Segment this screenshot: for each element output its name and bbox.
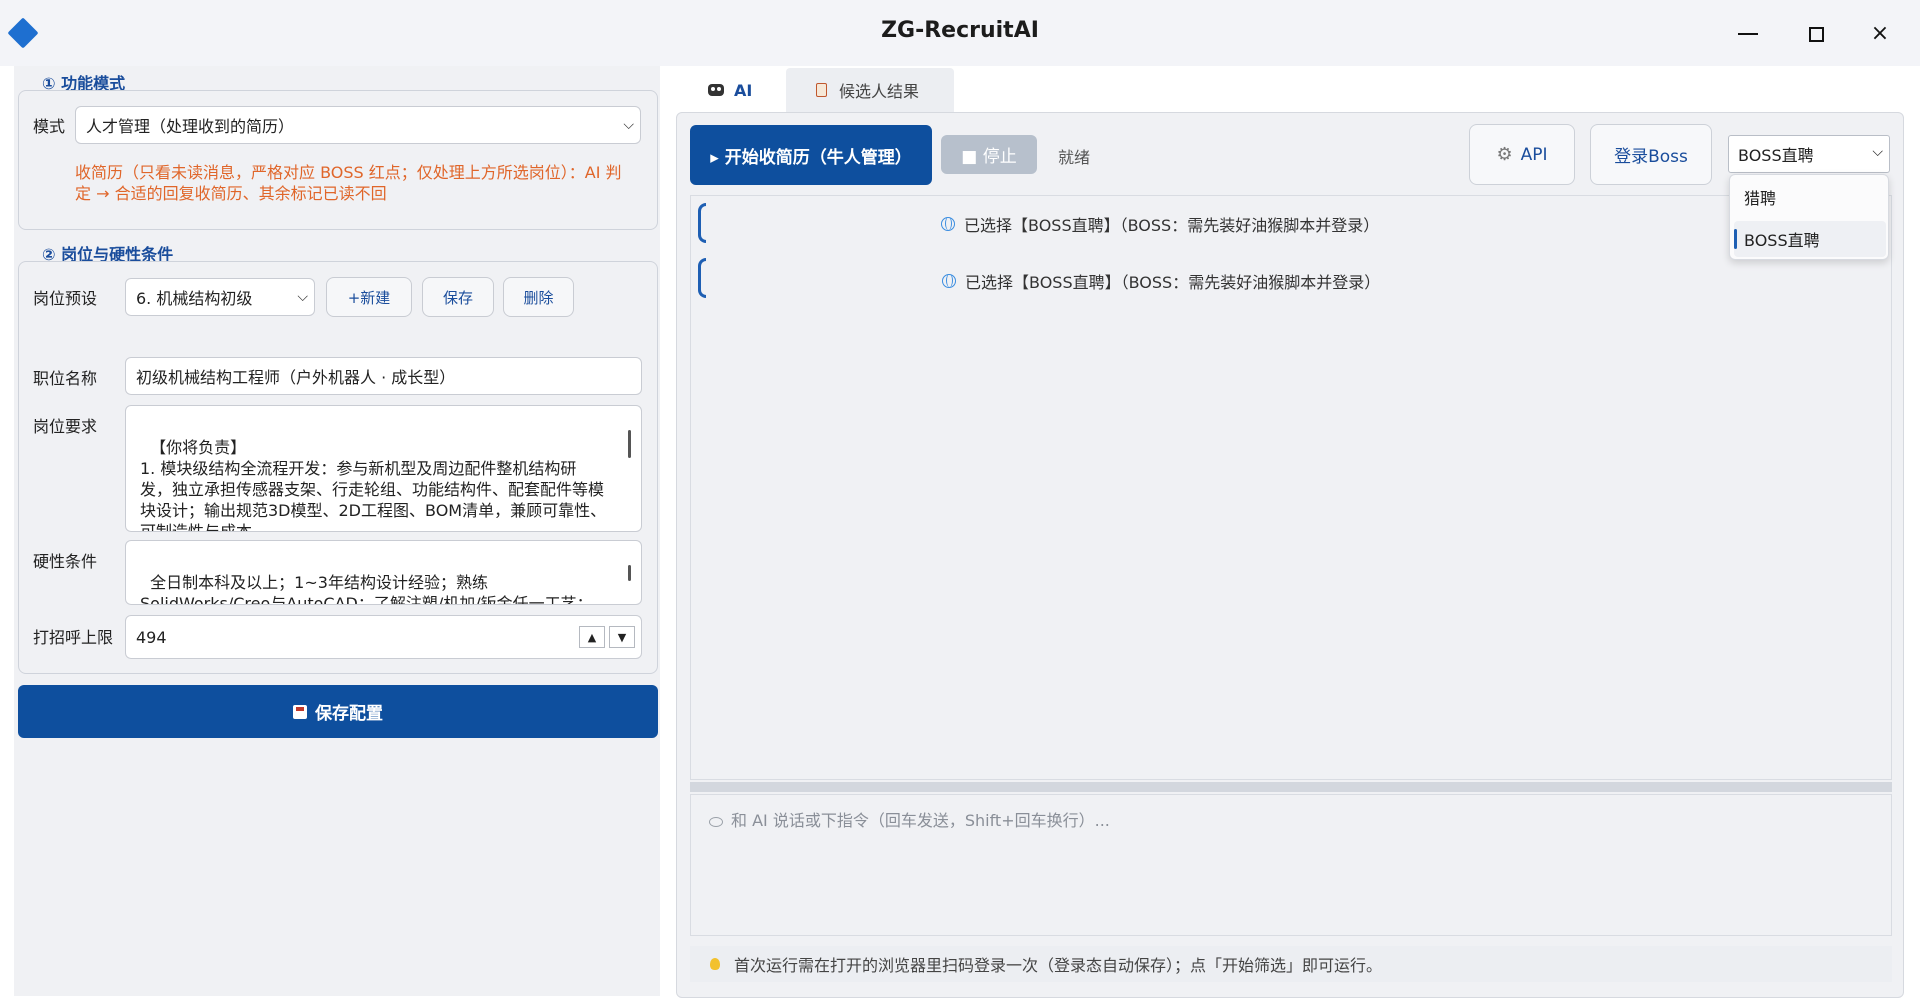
login-boss-button[interactable]: 登录Boss bbox=[1590, 124, 1712, 185]
tab-results-label: 候选人结果 bbox=[839, 82, 920, 101]
log-entry-marker bbox=[698, 258, 706, 298]
chevron-down-icon: ⌵ bbox=[1872, 144, 1883, 160]
log-entry-marker bbox=[698, 203, 706, 243]
decrement-arrow-icon[interactable]: ▼ bbox=[609, 626, 635, 648]
selected-indicator bbox=[1734, 229, 1737, 249]
globe-icon bbox=[941, 217, 955, 231]
status-text: 就绪 bbox=[1058, 148, 1091, 167]
dropdown-option-boss[interactable]: BOSS直聘 bbox=[1734, 221, 1886, 257]
globe-icon bbox=[942, 274, 956, 288]
close-icon: × bbox=[1870, 21, 1890, 46]
tab-ai[interactable]: AI bbox=[676, 68, 782, 112]
save-icon bbox=[293, 704, 307, 719]
log-entry-text: 已选择【BOSS直聘】（BOSS：需先装好油猴脚本并登录） bbox=[964, 216, 1380, 235]
maximize-icon bbox=[1808, 26, 1824, 42]
requirements-scrollbar[interactable] bbox=[628, 430, 631, 458]
increment-arrow-icon[interactable]: ▲ bbox=[579, 626, 605, 648]
robot-icon bbox=[708, 84, 724, 96]
dropdown-option-label: BOSS直聘 bbox=[1744, 231, 1820, 250]
log-entry: 已选择【BOSS直聘】（BOSS：需先装好油猴脚本并登录） bbox=[942, 269, 1380, 293]
chat-placeholder: 和 AI 说话或下指令（回车发送，Shift+回车换行）... bbox=[731, 811, 1110, 830]
mode-select[interactable]: 人才管理（处理收到的简历） ⌵ bbox=[75, 106, 641, 144]
greet-limit-spinbox[interactable]: 494 ▲ ▼ bbox=[125, 615, 642, 659]
preset-label: 岗位预设 bbox=[33, 289, 98, 308]
platform-dropdown-list: 猎聘 BOSS直聘 bbox=[1729, 174, 1889, 260]
new-preset-button[interactable]: +新建 bbox=[326, 277, 412, 317]
dropdown-option-liepin[interactable]: 猎聘 bbox=[1734, 179, 1886, 215]
job-title-input[interactable]: 初级机械结构工程师（户外机器人 · 成长型） bbox=[125, 357, 642, 395]
job-title-value: 初级机械结构工程师（户外机器人 · 成长型） bbox=[136, 368, 456, 387]
requirements-text: 【你将负责】 1. 模块级结构全流程开发：参与新机型及周边配件整机结构研发，独立… bbox=[140, 438, 607, 532]
greet-limit-value: 494 bbox=[136, 627, 167, 647]
hard-conditions-text: 全日制本科及以上；1~3年结构设计经验；熟练SolidWorks/Creo与Au… bbox=[140, 573, 593, 605]
chat-input[interactable]: 和 AI 说话或下指令（回车发送，Shift+回车换行）... bbox=[690, 794, 1892, 936]
footer-hint: 首次运行需在打开的浏览器里扫码登录一次（登录态自动保存）；点「开始筛选」即可运行… bbox=[690, 946, 1892, 982]
log-entry-text: 已选择【BOSS直聘】（BOSS：需先装好油猴脚本并登录） bbox=[965, 273, 1381, 292]
preset-select[interactable]: 6. 机械结构初级 ⌵ bbox=[125, 278, 315, 316]
requirements-label: 岗位要求 bbox=[33, 417, 98, 436]
delete-preset-button[interactable]: 删除 bbox=[503, 277, 574, 317]
hard-conditions-scrollbar[interactable] bbox=[628, 565, 631, 581]
log-entry: 已选择【BOSS直聘】（BOSS：需先装好油猴脚本并登录） bbox=[941, 212, 1379, 236]
chevron-down-icon: ⌵ bbox=[623, 117, 634, 133]
start-button[interactable]: ▸ 开始收简历（牛人管理） bbox=[690, 125, 932, 185]
close-button[interactable]: × bbox=[1852, 14, 1908, 54]
speech-bubble-icon bbox=[709, 816, 723, 827]
platform-select[interactable]: BOSS直聘 ⌵ bbox=[1728, 135, 1890, 173]
panel-splitter[interactable] bbox=[690, 782, 1892, 792]
dropdown-option-label: 猎聘 bbox=[1744, 189, 1777, 208]
minimize-icon bbox=[1738, 33, 1758, 35]
stop-button: ■ 停止 bbox=[941, 135, 1037, 174]
footer-hint-text: 首次运行需在打开的浏览器里扫码登录一次（登录态自动保存）；点「开始筛选」即可运行… bbox=[734, 956, 1383, 975]
requirements-textarea[interactable]: 【你将负责】 1. 模块级结构全流程开发：参与新机型及周边配件整机结构研发，独立… bbox=[125, 405, 642, 532]
hard-conditions-textarea[interactable]: 全日制本科及以上；1~3年结构设计经验；熟练SolidWorks/Creo与Au… bbox=[125, 540, 642, 605]
preset-select-value: 6. 机械结构初级 bbox=[136, 289, 253, 308]
maximize-button[interactable] bbox=[1788, 14, 1844, 54]
api-button[interactable]: ⚙ API bbox=[1469, 124, 1575, 185]
hard-conditions-label: 硬性条件 bbox=[33, 552, 98, 571]
save-config-button[interactable]: 保存配置 bbox=[18, 685, 658, 738]
gear-icon: ⚙ bbox=[1496, 144, 1513, 165]
job-title-label: 职位名称 bbox=[33, 369, 98, 388]
tab-ai-label: AI bbox=[734, 80, 753, 100]
save-config-label: 保存配置 bbox=[315, 704, 383, 724]
mode-label: 模式 bbox=[33, 117, 66, 136]
chevron-down-icon: ⌵ bbox=[297, 289, 308, 305]
save-preset-button[interactable]: 保存 bbox=[422, 277, 494, 317]
mode-description: 收简历（只看未读消息，严格对应 BOSS 红点；仅处理上方所选岗位）：AI 判定… bbox=[75, 163, 622, 203]
greet-limit-label: 打招呼上限 bbox=[33, 628, 114, 647]
mode-select-value: 人才管理（处理收到的简历） bbox=[86, 117, 295, 136]
lightbulb-icon bbox=[710, 958, 720, 970]
minimize-button[interactable] bbox=[1720, 14, 1776, 54]
tab-candidate-results[interactable]: 候选人结果 bbox=[786, 68, 954, 112]
api-button-label: API bbox=[1520, 144, 1548, 165]
clipboard-icon bbox=[816, 83, 827, 97]
window-title: ZG-RecruitAI bbox=[881, 18, 1039, 43]
platform-select-value: BOSS直聘 bbox=[1738, 146, 1814, 165]
